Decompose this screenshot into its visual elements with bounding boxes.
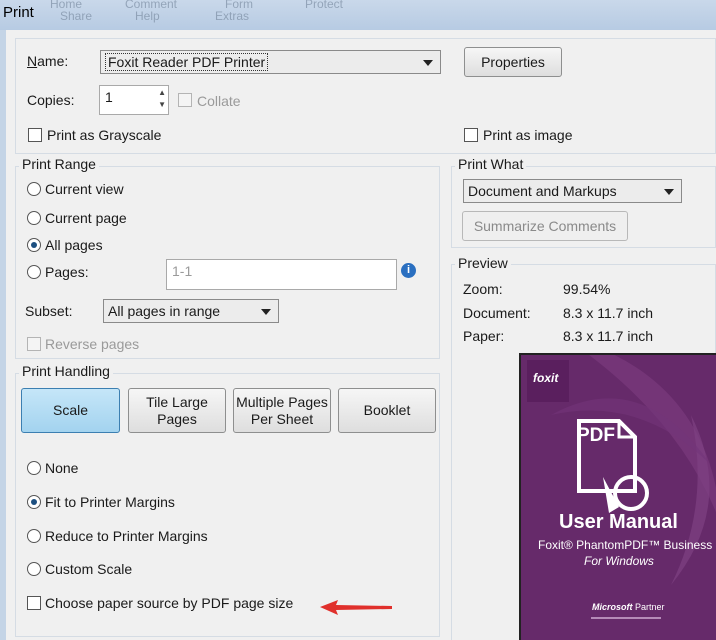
booklet-button[interactable]: Booklet — [338, 388, 436, 433]
red-arrow-annotation — [320, 600, 392, 615]
zoom-value: 99.54% — [563, 281, 611, 297]
radio-all-pages[interactable] — [27, 238, 41, 252]
custom-scale-label: Custom Scale — [45, 561, 133, 577]
paper-source-label: Choose paper source by PDF page size — [45, 595, 294, 611]
radio-current-view[interactable] — [27, 182, 41, 196]
subset-select[interactable]: All pages in range — [103, 299, 279, 323]
scale-button[interactable]: Scale — [21, 388, 120, 433]
multiple-pages-button[interactable]: Multiple Pages Per Sheet — [233, 388, 331, 433]
title-bar: Home Comment Form Protect Share Help Ext… — [0, 0, 716, 30]
collate-label: Collate — [197, 93, 241, 109]
document-size-value: 8.3 x 11.7 inch — [563, 305, 654, 321]
print-as-image-label: Print as image — [483, 127, 573, 143]
chevron-down-icon — [261, 309, 271, 315]
radio-fit-to-printer-margins[interactable] — [27, 495, 41, 509]
pdf-badge: PDF — [577, 425, 615, 446]
preview-legend: Preview — [455, 255, 511, 271]
fit-to-printer-margins-label: Fit to Printer Margins — [45, 494, 175, 510]
page-preview: foxit PDF User Manual Foxit® PhantomPDF™… — [519, 353, 716, 640]
cover-title: User Manual — [559, 511, 678, 533]
radio-custom-scale[interactable] — [27, 562, 41, 576]
print-what-select[interactable]: Document and Markups — [463, 179, 682, 203]
cover-platform: For Windows — [584, 554, 654, 568]
paper-size-value: 8.3 x 11.7 inch — [563, 328, 654, 344]
grayscale-checkbox[interactable] — [28, 128, 42, 142]
reverse-pages-checkbox[interactable] — [27, 337, 41, 351]
none-label: None — [45, 460, 79, 476]
copies-label: Copies: — [27, 92, 75, 108]
chevron-down-icon — [423, 60, 433, 66]
document-size-label: Document: — [463, 305, 531, 321]
summarize-comments-button[interactable]: Summarize Comments — [462, 211, 628, 241]
reverse-pages-label: Reverse pages — [45, 336, 140, 352]
radio-none[interactable] — [27, 461, 41, 475]
foxit-logo-tile: foxit — [527, 360, 569, 402]
print-as-image-checkbox[interactable] — [464, 128, 478, 142]
foxit-logo: foxit — [533, 371, 559, 385]
cover-fine-print — [591, 617, 661, 619]
info-icon[interactable]: i — [401, 263, 416, 278]
printer-name-select[interactable]: Foxit Reader PDF Printer — [100, 50, 441, 74]
current-view-label: Current view — [45, 181, 124, 197]
radio-current-page[interactable] — [27, 211, 41, 225]
current-page-label: Current page — [45, 210, 127, 226]
microsoft-partner-logo: Microsoft Partner — [592, 602, 665, 612]
window-title: Print — [3, 4, 34, 21]
reduce-to-printer-margins-label: Reduce to Printer Margins — [45, 528, 208, 544]
grayscale-label: Print as Grayscale — [47, 127, 162, 143]
ghost-menu-item: Share — [60, 9, 93, 23]
name-label: NFoxit Reader PDF Printerame: — [27, 53, 69, 69]
tile-large-pages-button[interactable]: Tile Large Pages — [128, 388, 226, 433]
pages-label: Pages: — [45, 264, 89, 280]
radio-reduce-to-printer-margins[interactable] — [27, 529, 41, 543]
ghost-menu-item: Extras — [215, 9, 250, 23]
all-pages-label: All pages — [45, 237, 103, 253]
cover-product: Foxit® PhantomPDF™ Business — [538, 538, 713, 552]
subset-label: Subset: — [25, 303, 73, 319]
chevron-down-icon — [664, 189, 674, 195]
radio-pages[interactable] — [27, 265, 41, 279]
paper-size-label: Paper: — [463, 328, 505, 344]
zoom-label: Zoom: — [463, 281, 503, 297]
print-what-legend: Print What — [455, 156, 527, 172]
pages-input[interactable]: 1-1 — [166, 259, 397, 290]
copies-input[interactable]: 1 ▲ ▼ — [99, 85, 169, 115]
ghost-menu-item: Protect — [305, 0, 344, 11]
ghost-menu-item: Help — [135, 9, 160, 23]
paper-source-checkbox[interactable] — [27, 596, 41, 610]
collate-checkbox[interactable] — [178, 93, 192, 107]
print-range-legend: Print Range — [19, 156, 99, 172]
spin-arrows-icon[interactable]: ▲ ▼ — [158, 87, 166, 111]
print-handling-legend: Print Handling — [19, 363, 113, 379]
printer-name-value: Foxit Reader PDF Printer — [105, 53, 269, 71]
properties-button[interactable]: Properties — [464, 47, 562, 77]
